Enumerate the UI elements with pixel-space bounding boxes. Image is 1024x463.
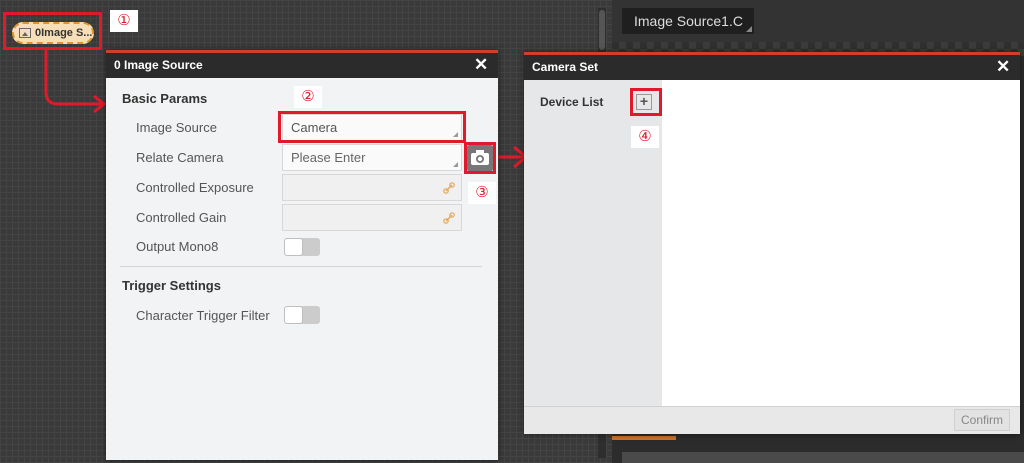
toggle-knob <box>285 239 302 255</box>
camera-set-dialog-titlebar[interactable]: Camera Set ✕ <box>524 52 1020 80</box>
controlled-exposure-input[interactable] <box>282 174 462 201</box>
character-trigger-filter-label: Character Trigger Filter <box>136 308 270 323</box>
camera-set-dialog-title: Camera Set <box>532 60 599 74</box>
character-trigger-filter-toggle[interactable] <box>284 306 320 324</box>
toggle-knob <box>285 307 302 323</box>
link-icon[interactable] <box>443 212 455 224</box>
relate-camera-placeholder: Please Enter <box>291 150 366 165</box>
controlled-gain-input[interactable] <box>282 204 462 231</box>
image-source-output-tab[interactable]: Image Source1.C <box>622 8 754 34</box>
progress-indicator <box>612 436 676 440</box>
output-mono8-toggle[interactable] <box>284 238 320 256</box>
scrollbar-thumb[interactable] <box>599 10 605 50</box>
camera-set-footer <box>524 406 1020 434</box>
image-source-highlight-box <box>278 111 466 143</box>
controlled-exposure-label: Controlled Exposure <box>136 180 254 195</box>
image-icon <box>19 28 31 38</box>
camera-set-dialog: Camera Set ✕ Device List + Confirm <box>524 52 1020 434</box>
image-source-node-label: 0Image S... <box>35 27 93 39</box>
dropdown-corner-icon <box>453 162 458 167</box>
link-icon[interactable] <box>443 182 455 194</box>
trigger-settings-heading: Trigger Settings <box>122 278 221 293</box>
image-source-output-tab-label: Image Source1.C <box>634 13 743 29</box>
image-source-dialog-title: 0 Image Source <box>114 58 203 72</box>
device-list-label: Device List <box>540 95 604 109</box>
relate-camera-label: Relate Camera <box>136 150 224 165</box>
camera-button-highlight-box <box>464 142 496 174</box>
close-icon[interactable]: ✕ <box>996 57 1010 77</box>
annotation-badge-1: ① <box>110 10 138 32</box>
device-list-content <box>662 80 1020 406</box>
image-source-node[interactable]: 0Image S... <box>12 22 94 44</box>
controlled-gain-label: Controlled Gain <box>136 210 227 225</box>
close-icon[interactable]: ✕ <box>474 55 488 75</box>
section-divider <box>120 266 482 267</box>
output-mono8-label: Output Mono8 <box>136 239 219 254</box>
annotation-badge-2: ② <box>294 86 322 108</box>
image-source-dialog-titlebar[interactable]: 0 Image Source ✕ <box>106 50 498 78</box>
right-bottom-bar <box>622 452 1024 463</box>
confirm-button[interactable]: Confirm <box>954 409 1010 431</box>
basic-params-heading: Basic Params <box>122 91 208 106</box>
resize-corner-icon <box>746 26 752 32</box>
add-device-highlight-box <box>630 88 662 116</box>
annotation-badge-4: ④ <box>631 126 659 148</box>
relate-camera-input[interactable]: Please Enter <box>282 144 462 171</box>
annotation-badge-3: ③ <box>468 182 496 204</box>
image-source-label: Image Source <box>136 120 217 135</box>
